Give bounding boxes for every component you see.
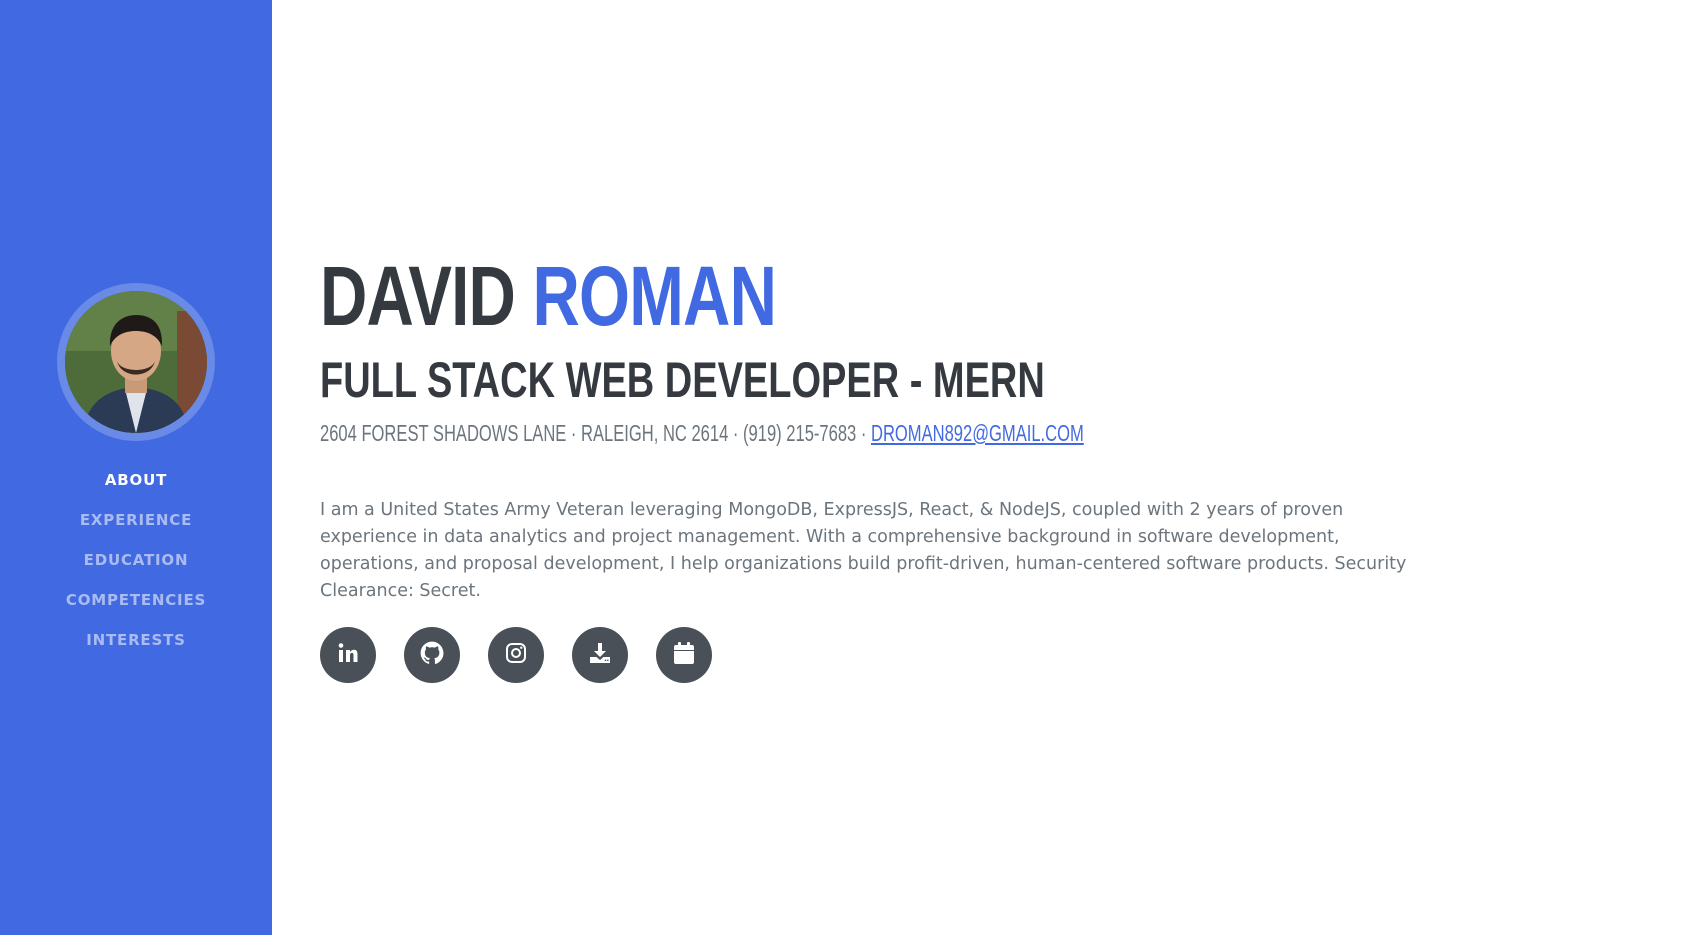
job-title: FULL STACK WEB DEVELOPER - MERN bbox=[320, 352, 1045, 408]
email-link[interactable]: DROMAN892@GMAIL.COM bbox=[871, 420, 1084, 446]
github-button[interactable] bbox=[404, 627, 460, 683]
first-name: DAVID bbox=[320, 249, 516, 343]
linkedin-icon bbox=[336, 641, 360, 670]
contact-line: 2604 FOREST SHADOWS LANE · RALEIGH, NC 2… bbox=[320, 418, 1084, 448]
address-phone: 2604 FOREST SHADOWS LANE · RALEIGH, NC 2… bbox=[320, 420, 871, 446]
nav-item-competencies[interactable]: COMPETENCIES bbox=[0, 588, 272, 628]
download-resume-button[interactable] bbox=[572, 627, 628, 683]
nav-item-education[interactable]: EDUCATION bbox=[0, 548, 272, 588]
sidebar-nav: ABOUT EXPERIENCE EDUCATION COMPETENCIES … bbox=[0, 468, 272, 668]
avatar[interactable] bbox=[57, 283, 215, 441]
full-name: DAVID ROMAN bbox=[320, 248, 777, 344]
sidebar: ABOUT EXPERIENCE EDUCATION COMPETENCIES … bbox=[0, 0, 272, 935]
nav-item-experience[interactable]: EXPERIENCE bbox=[0, 508, 272, 548]
last-name: ROMAN bbox=[532, 249, 777, 343]
download-icon bbox=[588, 641, 612, 670]
profile-photo bbox=[65, 291, 207, 433]
github-icon bbox=[419, 640, 445, 671]
instagram-icon bbox=[504, 641, 528, 670]
instagram-button[interactable] bbox=[488, 627, 544, 683]
nav-item-about[interactable]: ABOUT bbox=[0, 468, 272, 508]
social-icons bbox=[320, 627, 712, 683]
nav-item-interests[interactable]: INTERESTS bbox=[0, 628, 272, 668]
bio-text: I am a United States Army Veteran levera… bbox=[320, 500, 1407, 601]
calendar-button[interactable] bbox=[656, 627, 712, 683]
linkedin-button[interactable] bbox=[320, 627, 376, 683]
calendar-icon bbox=[673, 641, 695, 670]
